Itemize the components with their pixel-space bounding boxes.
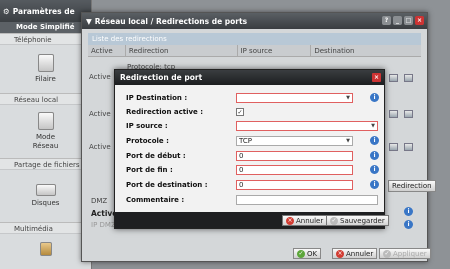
settings-gear-icon: ⚙ xyxy=(3,6,10,16)
dialog-save-label: Sauvegarder xyxy=(340,216,385,225)
port-fin-value: 0 xyxy=(239,166,244,174)
label-redirection-active: Redirection active : xyxy=(126,108,204,116)
pf-title: Réseau local / Redirections de ports xyxy=(94,16,248,26)
port-debut-input[interactable]: 0 xyxy=(236,151,353,161)
cancel-icon: × xyxy=(336,249,344,258)
row-active-1: Active xyxy=(89,73,111,81)
chevron-down-icon: ▼ xyxy=(346,95,350,101)
ok-label: OK xyxy=(307,249,318,258)
info-icon[interactable]: i xyxy=(404,220,413,229)
apply-label: Appliquer xyxy=(393,249,427,258)
row-active-2: Active xyxy=(89,110,111,118)
item-filaire-label: Filaire xyxy=(35,75,56,83)
port-destination-input[interactable]: 0 xyxy=(236,180,353,190)
label-protocole: Protocole : xyxy=(126,137,169,145)
protocole-value: TCP xyxy=(239,137,252,145)
delete-icon[interactable] xyxy=(404,74,413,82)
port-destination-value: 0 xyxy=(239,181,244,189)
col-active[interactable]: Active xyxy=(88,45,126,56)
item-disques[interactable]: Disques xyxy=(0,170,91,222)
help-button[interactable]: ? xyxy=(382,16,391,25)
info-icon[interactable]: i xyxy=(370,93,379,102)
dialog-close-icon[interactable]: × xyxy=(372,73,381,82)
cancel-icon: × xyxy=(286,216,294,225)
phone-icon xyxy=(37,54,54,72)
mode-simplifie[interactable]: Mode Simplifié xyxy=(0,22,91,33)
chevron-down-icon: ▼ xyxy=(346,138,350,144)
list-columns: Active Redirection IP source Destination xyxy=(88,45,421,57)
section-reseau-local: Réseau local xyxy=(0,93,91,105)
list-header: Liste des redirections xyxy=(88,33,421,45)
col-destination[interactable]: Destination xyxy=(311,45,421,56)
ok-button[interactable]: ✓ OK xyxy=(293,248,322,259)
section-partage: Partage de fichiers xyxy=(0,158,91,170)
media-icon xyxy=(39,242,52,256)
check-icon: ✓ xyxy=(297,249,305,258)
port-debut-value: 0 xyxy=(239,152,244,160)
dialog-save-button[interactable]: ✓ Sauvegarder xyxy=(326,215,389,226)
section-telephonie: Téléphonie xyxy=(0,33,91,45)
chevron-down-icon: ▼ xyxy=(371,123,375,129)
save-icon: ✓ xyxy=(330,216,338,225)
label-port-destination: Port de destination : xyxy=(126,181,208,189)
info-icon[interactable]: i xyxy=(370,136,379,145)
label-commentaire: Commentaire : xyxy=(126,196,185,204)
cancel-label: Annuler xyxy=(346,249,374,258)
delete-icon[interactable] xyxy=(404,143,413,151)
settings-title: Paramètres de xyxy=(12,6,75,16)
redirection-active-checkbox[interactable]: ✓ xyxy=(236,108,244,116)
edit-icon[interactable] xyxy=(389,143,398,151)
dmz-label: DMZ xyxy=(91,197,108,205)
add-redirection-label: Redirection xyxy=(392,182,432,190)
cancel-button[interactable]: × Annuler xyxy=(332,248,378,259)
settings-titlebar: ⚙ Paramètres de xyxy=(0,0,91,22)
label-ip-source: IP source : xyxy=(126,122,168,130)
minimize-button[interactable]: _ xyxy=(393,16,402,25)
item-disques-label: Disques xyxy=(31,199,60,207)
label-ip-destination: IP Destination : xyxy=(126,94,188,102)
dialog-cancel-label: Annuler xyxy=(296,216,324,225)
dialog-footer: × Annuler ✓ Sauvegarder xyxy=(115,212,389,228)
info-icon[interactable]: i xyxy=(370,151,379,160)
port-fin-input[interactable]: 0 xyxy=(236,165,353,175)
window-controls: ? _ □ × xyxy=(382,16,424,25)
ip-destination-select[interactable]: ▼ xyxy=(236,93,353,103)
settings-window: ⚙ Paramètres de Mode Simplifié Téléphoni… xyxy=(0,0,92,269)
redirection-dialog: Redirection de port × IP Destination : ▼… xyxy=(114,69,389,229)
info-icon[interactable]: i xyxy=(370,165,379,174)
commentaire-input[interactable] xyxy=(236,195,378,205)
label-port-fin: Port de fin : xyxy=(126,166,173,174)
dialog-cancel-button[interactable]: × Annuler xyxy=(282,215,328,226)
apply-icon: ✓ xyxy=(383,249,391,258)
col-ip-source[interactable]: IP source xyxy=(238,45,312,56)
item-filaire[interactable]: Filaire xyxy=(0,45,91,93)
network-icon xyxy=(37,112,54,130)
item-mode-reseau[interactable]: Mode Réseau xyxy=(0,105,91,158)
info-icon[interactable]: i xyxy=(404,207,413,216)
add-redirection-button[interactable]: Redirection xyxy=(388,180,436,192)
dialog-titlebar: Redirection de port × xyxy=(115,70,384,85)
info-icon[interactable]: i xyxy=(370,180,379,189)
delete-icon[interactable] xyxy=(404,110,413,118)
item-multimedia[interactable] xyxy=(0,234,91,264)
apply-button[interactable]: ✓ Appliquer xyxy=(379,248,431,259)
col-redirection[interactable]: Redirection xyxy=(126,45,238,56)
edit-icon[interactable] xyxy=(389,110,398,118)
dialog-title: Redirection de port xyxy=(120,73,203,82)
row-active-3: Active xyxy=(89,143,111,151)
pf-titlebar: ▼ Réseau local / Redirections de ports ?… xyxy=(82,13,427,29)
pf-window-icon: ▼ xyxy=(86,16,92,26)
ip-source-select[interactable]: ▼ xyxy=(236,121,378,131)
close-button[interactable]: × xyxy=(415,16,424,25)
edit-icon[interactable] xyxy=(389,74,398,82)
ip-dmz-label: IP DMZ xyxy=(91,221,116,229)
section-multimedia: Multimédia xyxy=(0,222,91,234)
label-port-debut: Port de début : xyxy=(126,152,186,160)
protocole-select[interactable]: TCP ▼ xyxy=(236,136,353,146)
item-mode-reseau-label: Mode Réseau xyxy=(32,133,59,150)
disk-icon xyxy=(35,184,56,196)
maximize-button[interactable]: □ xyxy=(404,16,413,25)
